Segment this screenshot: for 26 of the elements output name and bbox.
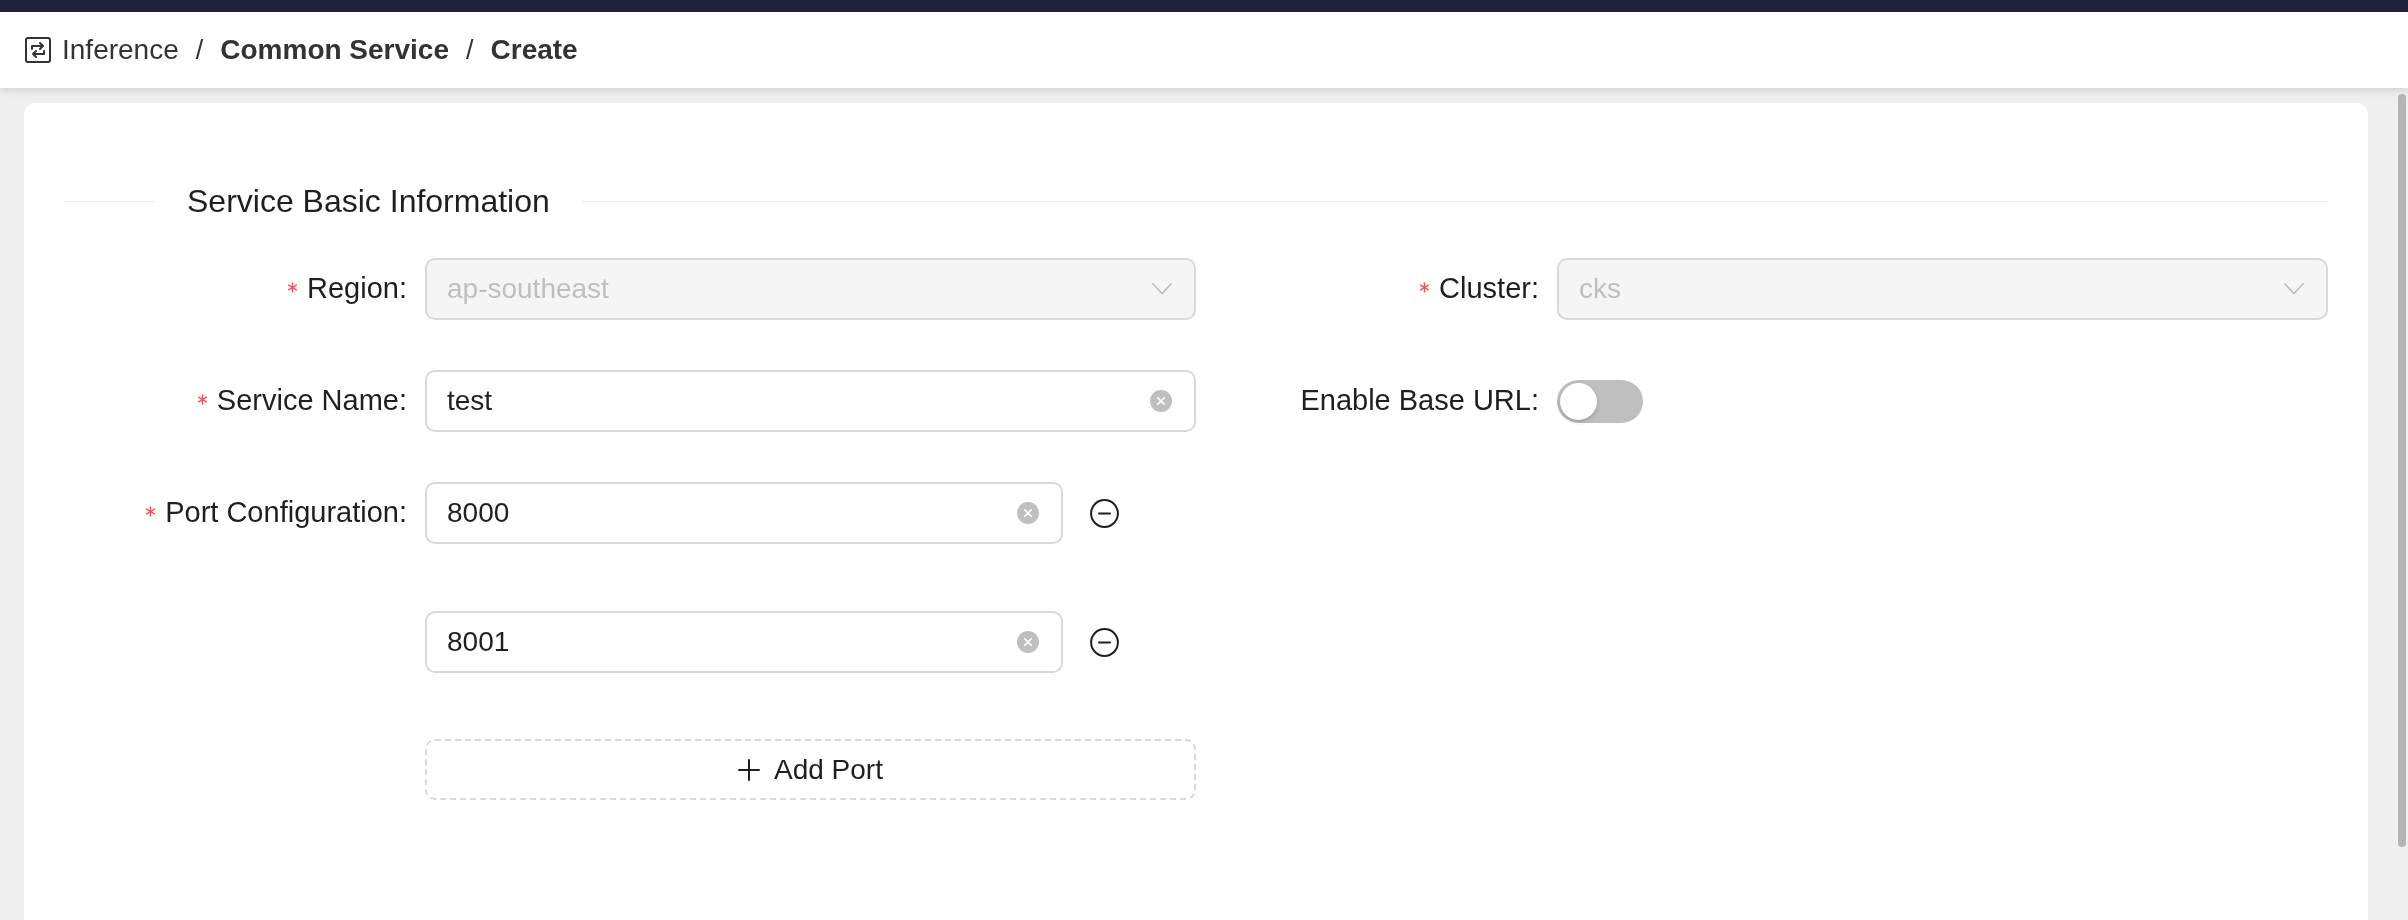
- input-field[interactable]: 8001: [425, 611, 1063, 673]
- scrollbar-thumb[interactable]: [2398, 94, 2406, 847]
- breadcrumb-separator: /: [466, 33, 474, 67]
- clear-icon[interactable]: [1017, 502, 1039, 524]
- section-title: Service Basic Information: [186, 182, 551, 221]
- breadcrumb-link[interactable]: Common Service: [220, 29, 449, 71]
- swap-icon: [25, 37, 51, 63]
- input-field[interactable]: 8000: [425, 482, 1063, 544]
- field-label: Service Name:: [216, 383, 407, 419]
- breadcrumb-link[interactable]: Inference: [62, 29, 179, 71]
- breadcrumb-current: Create: [490, 33, 578, 67]
- field-label: Cluster:: [1439, 271, 1539, 307]
- field-label: Port Configuration:: [165, 495, 407, 531]
- minus-circle-icon[interactable]: [1090, 627, 1119, 657]
- clear-icon[interactable]: [1150, 390, 1172, 412]
- chevron-down-icon: [1152, 283, 1172, 295]
- chevron-down-icon: [2284, 283, 2304, 295]
- add-port-button[interactable]: Add Port: [425, 739, 1196, 800]
- field-label: Region:: [307, 271, 407, 307]
- toggle-switch[interactable]: [1557, 380, 1643, 423]
- clear-icon[interactable]: [1017, 631, 1039, 653]
- plus-icon: [738, 758, 760, 781]
- input-field[interactable]: test: [425, 370, 1196, 432]
- minus-circle-icon[interactable]: [1090, 498, 1119, 528]
- field-label: Enable Base URL:: [1300, 383, 1539, 419]
- breadcrumb-separator: /: [195, 33, 204, 67]
